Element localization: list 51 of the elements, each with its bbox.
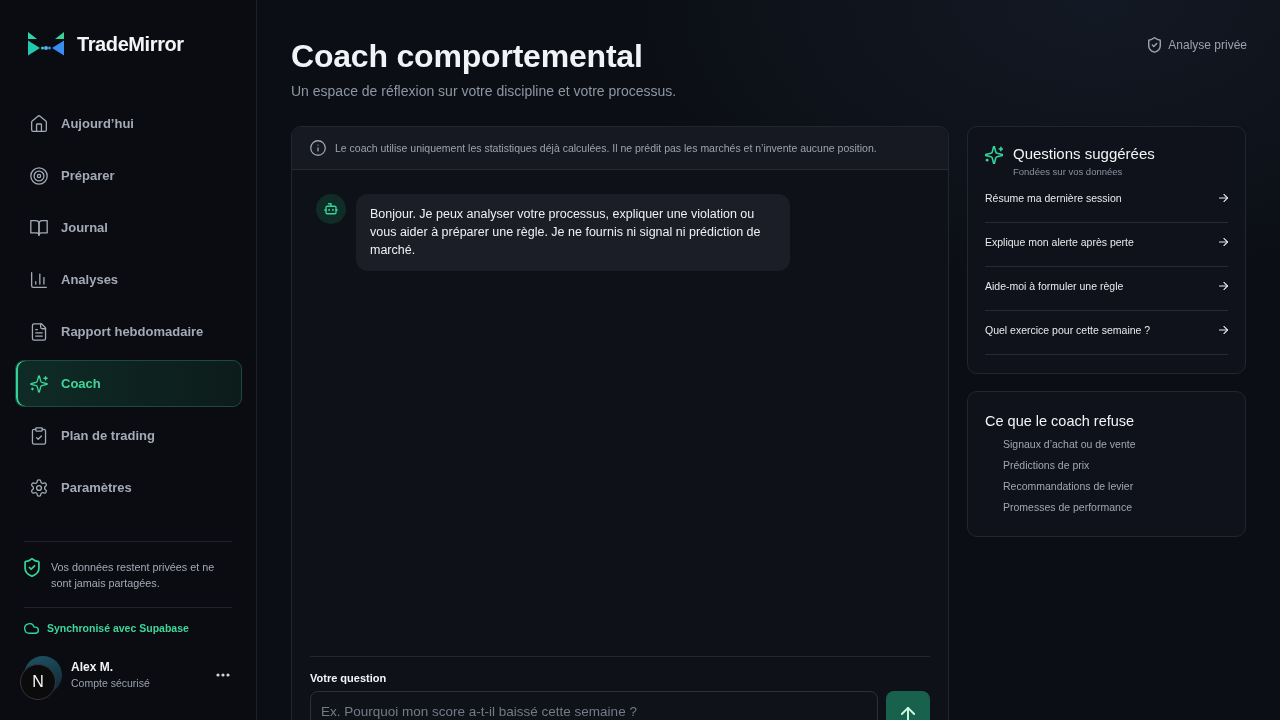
arrow-right-icon bbox=[1219, 326, 1228, 334]
question-input[interactable]: Ex. Pourquoi mon score a-t-il baissé cette semaine ? bbox=[310, 691, 878, 720]
user-name: Alex M. bbox=[71, 660, 114, 674]
home-icon bbox=[30, 114, 48, 133]
nav-item[interactable]: Rapport hebdomadaire bbox=[15, 308, 242, 355]
sparkle-icon bbox=[30, 374, 48, 393]
more-icon[interactable] bbox=[216, 673, 230, 677]
clipboard-check-icon bbox=[30, 426, 48, 445]
account-status: Compte sécurisé bbox=[71, 677, 150, 690]
nav-item[interactable]: Journal bbox=[15, 204, 242, 251]
shield-check-icon bbox=[24, 558, 40, 577]
card-subtitle: Fondées sur vos données bbox=[1013, 166, 1124, 178]
sparkle-icon bbox=[985, 146, 1003, 164]
refusal-item: Recommandations de levier bbox=[1003, 479, 1135, 494]
arrow-right-icon bbox=[1219, 238, 1228, 246]
bot-icon bbox=[316, 194, 346, 224]
cloud-icon bbox=[24, 623, 39, 634]
book-icon bbox=[30, 218, 48, 237]
shield-check-icon bbox=[1148, 37, 1162, 53]
settings-icon bbox=[30, 478, 48, 497]
logo-icon bbox=[28, 32, 64, 56]
nav-item[interactable]: Préparer bbox=[15, 152, 242, 199]
privacy-label: Analyse privée bbox=[1168, 37, 1247, 53]
privacy-note: Vos données restent privées et ne sont jamais partagées. bbox=[51, 560, 216, 591]
brand-name: TradeMirror bbox=[77, 32, 184, 56]
suggested-question[interactable]: Explique mon alerte après perte bbox=[985, 223, 1228, 267]
arrow-right-icon bbox=[1219, 282, 1228, 290]
document-icon bbox=[30, 322, 48, 341]
notice-text: Le coach utilise uniquement les statistiques déjà calculées. Il ne prédit pas les marchés et n’invente aucune position. bbox=[335, 141, 877, 155]
suggested-question[interactable]: Résume ma dernière session bbox=[985, 179, 1228, 223]
nav-item[interactable]: Coach bbox=[15, 360, 242, 407]
target-icon bbox=[30, 166, 48, 185]
page-title: Coach comportemental bbox=[291, 37, 644, 76]
card-title: Ce que le coach refuse bbox=[985, 412, 1136, 430]
suggested-question[interactable]: Aide-moi à formuler une règle bbox=[985, 267, 1228, 311]
question-label: Votre question bbox=[310, 672, 388, 685]
info-icon bbox=[310, 140, 326, 156]
coach-message: Bonjour. Je peux analyser votre processus, expliquer une violation ou vous aider à préparer une règle. Je ne fournis ni signal ni prédiction de marché. bbox=[356, 194, 790, 271]
refusal-item: Prédictions de prix bbox=[1003, 458, 1091, 473]
nav-item[interactable]: Paramètres bbox=[15, 464, 242, 511]
card-title: Questions suggérées bbox=[1013, 145, 1155, 163]
nav-item[interactable]: Aujourd’hui bbox=[15, 100, 242, 147]
nav-item[interactable]: Analyses bbox=[15, 256, 242, 303]
sync-status: Synchronisé avec Supabase bbox=[47, 622, 189, 635]
refusal-item: Promesses de performance bbox=[1003, 500, 1133, 515]
arrow-right-icon bbox=[1219, 194, 1228, 202]
bar-chart-icon bbox=[30, 270, 48, 289]
nav-item[interactable]: Plan de trading bbox=[15, 412, 242, 459]
page-subtitle: Un espace de réflexion sur votre discipline et votre processus. bbox=[291, 82, 677, 100]
refusal-item: Signaux d’achat ou de vente bbox=[1003, 437, 1137, 452]
suggested-question[interactable]: Quel exercice pour cette semaine ? bbox=[985, 311, 1228, 355]
